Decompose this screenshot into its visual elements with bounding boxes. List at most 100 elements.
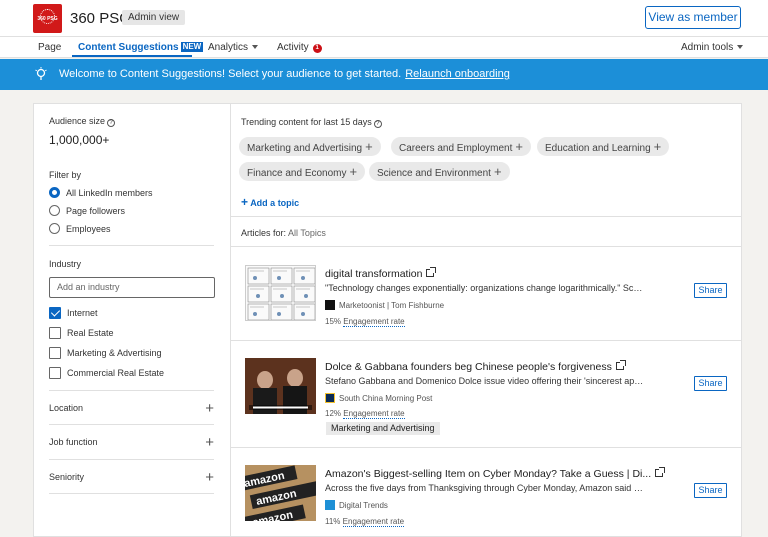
plus-icon: + [493,164,502,179]
share-button[interactable]: Share [694,483,727,498]
logo-text: 360 PSG [37,16,58,22]
article-thumbnail-video[interactable] [245,358,316,414]
share-button[interactable]: Share [694,283,727,298]
top-header: 360 PSG 360 PSG Admin view View as membe… [0,0,768,37]
topic-pill-label: Marketing and Advertising [247,143,363,154]
trending-title: Trending content for last 15 days? [241,117,382,128]
article-source-name: Digital Trends [339,501,388,510]
article-title: Dolce & Gabbana founders beg Chinese peo… [325,361,612,373]
industry-checkbox[interactable] [49,347,61,359]
digital-trends-icon [325,500,335,510]
filter-radio[interactable] [49,223,60,234]
new-badge: NEW [180,42,204,52]
filter-radio[interactable] [49,187,60,198]
topic-pill-label: Finance and Economy [247,168,347,179]
content-suggestions-panel: Trending content for last 15 days? Marke… [230,103,742,537]
tab-content-suggestions[interactable]: Content Suggestions NEW [78,42,204,53]
admin-view-badge: Admin view [122,10,186,25]
article-title-link[interactable]: Amazon's Biggest-selling Item on Cyber M… [325,467,666,480]
audience-size-label: Audience size? [49,116,116,127]
tab-analytics[interactable]: Analytics [208,42,259,53]
engagement-rate: 12% Engagement rate [325,409,405,419]
tab-activity[interactable]: Activity 1 [277,42,322,53]
topic-pill[interactable]: Careers and Employment + [391,137,531,156]
plus-icon: + [241,195,249,209]
article-title-link[interactable]: digital transformation [325,267,437,280]
article-description: Stefano Gabbana and Domenico Dolce issue… [325,376,645,386]
video-still-image [245,358,316,414]
scmp-icon [325,393,335,403]
seniority-filter-toggle[interactable]: Seniority + [49,470,214,486]
plus-icon: + [349,164,358,179]
article-source: Digital Trends [325,500,388,510]
engagement-rate-label[interactable]: Engagement rate [342,517,405,527]
add-topic-label: Add a topic [250,198,300,208]
industry-checkbox[interactable] [49,327,61,339]
topic-pill[interactable]: Education and Learning + [537,137,670,156]
industry-label: Industry [49,259,82,269]
article-description: "Technology changes exponentially: organ… [325,283,645,293]
relaunch-onboarding-link[interactable]: Relaunch onboarding [405,68,510,80]
external-link-icon [615,360,626,370]
filter-radio[interactable] [49,205,60,216]
topic-pill[interactable]: Finance and Economy + [239,162,366,181]
filter-option-label[interactable]: Page followers [66,206,125,216]
trending-title-text: Trending content for last 15 days [241,117,372,127]
article-title: Amazon's Biggest-selling Item on Cyber M… [325,468,652,480]
tab-analytics-label: Analytics [208,42,249,53]
topic-pill[interactable]: Science and Environment + [369,162,510,181]
article-source-name: Marketoonist | Tom Fishburne [339,301,445,310]
topic-tag: Marketing and Advertising [326,422,440,435]
admin-nav: Page Content Suggestions NEW Analytics Ac… [0,37,768,58]
article-card: digital transformation "Technology chang… [231,247,741,340]
industry-search-input[interactable]: Add an industry [49,277,215,298]
admin-tools-menu[interactable]: Admin tools [681,42,744,53]
tab-activity-label: Activity [277,42,309,53]
banner-message: Welcome to Content Suggestions! Select y… [59,68,510,80]
divider [49,424,214,425]
location-filter-toggle[interactable]: Location + [49,401,214,417]
add-topic-button[interactable]: + Add a topic [241,195,299,209]
notification-count-badge: 1 [312,44,322,53]
filter-option-label[interactable]: Employees [66,224,111,234]
engagement-rate-label[interactable]: Engagement rate [343,317,405,327]
view-as-member-button[interactable]: View as member [645,6,741,29]
engagement-value: 11% [325,517,341,526]
marketoonist-icon [325,300,335,310]
onboarding-banner: Welcome to Content Suggestions! Select y… [0,59,768,90]
engagement-rate-label[interactable]: Engagement rate [343,409,405,419]
article-thumbnail-amazon[interactable]: amazon amazon amazon [245,465,316,521]
article-thumbnail-comic[interactable] [245,265,316,321]
industry-option-label[interactable]: Internet [67,308,98,318]
audience-filter-panel: Audience size? 1,000,000+ Filter by All … [33,103,230,537]
job-function-filter-toggle[interactable]: Job function + [49,435,214,451]
engagement-rate: 11% Engagement rate [325,517,405,527]
share-button[interactable]: Share [694,376,727,391]
industry-checkbox[interactable] [49,307,61,319]
plus-icon: + [515,139,523,154]
location-label: Location [49,403,84,413]
industry-option-label[interactable]: Real Estate [67,328,114,338]
article-title-link[interactable]: Dolce & Gabbana founders beg Chinese peo… [325,360,626,373]
article-source: Marketoonist | Tom Fishburne [325,300,444,310]
help-icon[interactable]: ? [373,120,382,128]
tab-page[interactable]: Page [38,42,61,53]
topic-pill[interactable]: Marketing and Advertising + [239,137,381,156]
company-logo[interactable]: 360 PSG [33,4,62,33]
chevron-down-icon [252,45,259,49]
help-icon[interactable]: ? [107,119,116,127]
filter-option-label[interactable]: All LinkedIn members [66,188,153,198]
plus-icon: + [365,139,373,154]
industry-checkbox[interactable] [49,367,61,379]
divider [49,245,214,246]
audience-size-text: Audience size [49,116,106,126]
industry-option-label[interactable]: Commercial Real Estate [67,368,164,378]
job-function-label: Job function [49,437,98,447]
lightbulb-icon [35,67,47,80]
engagement-value: 12% [325,409,342,418]
article-card: amazon amazon amazon Amazon's Biggest-se… [231,448,741,537]
industry-option-label[interactable]: Marketing & Advertising [67,348,162,358]
articles-for-label: Articles for: All Topics [241,228,326,238]
engagement-value: 15% [325,317,342,326]
seniority-label: Seniority [49,472,85,482]
